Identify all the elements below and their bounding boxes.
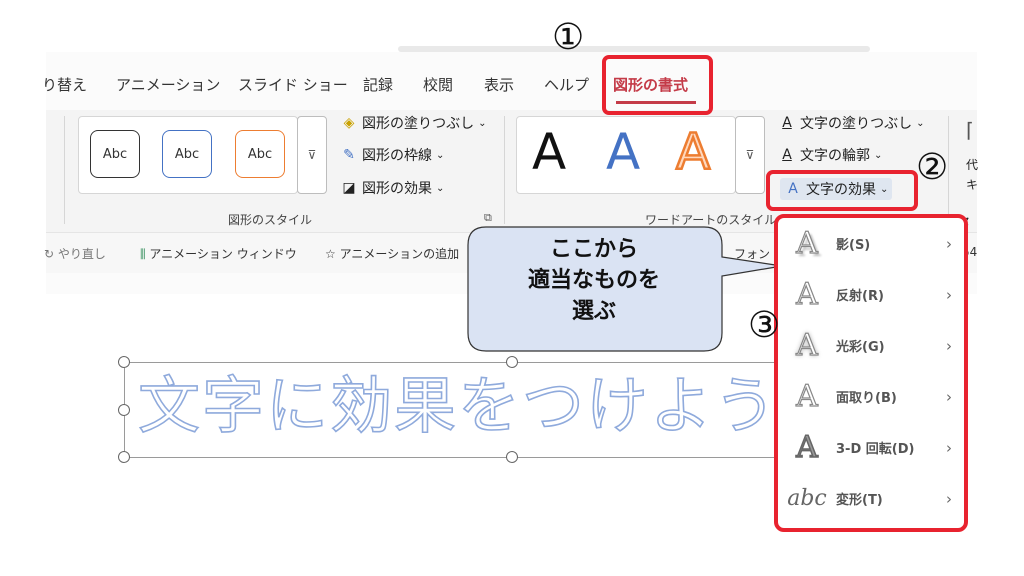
shadow-effect-icon: A [796,225,819,261]
menu-item-transform[interactable]: abc 変形(T) › [778,473,964,524]
text-effects-menu: A 影(S) › A 反射(R) › A 光彩(G) › A 面取り(B) › … [774,214,968,532]
chevron-right-icon: › [946,489,952,508]
menu-item-label: 光彩(G) [836,340,885,355]
chevron-right-icon: › [946,387,952,406]
menu-item-shadow[interactable]: A 影(S) › [778,218,964,269]
step-number-2: ② [916,147,949,188]
transform-effect-icon: abc [787,486,827,511]
chevron-right-icon: › [946,438,952,457]
bevel-effect-icon: A [796,378,819,414]
chevron-right-icon: › [946,336,952,355]
menu-item-label: 影(S) [836,238,871,253]
chevron-right-icon: › [946,285,952,304]
menu-item-label: 反射(R) [836,289,884,304]
menu-item-label: 3-D 回転(D) [836,442,915,457]
menu-item-bevel[interactable]: A 面取り(B) › [778,371,964,422]
reflection-effect-icon: A [796,276,819,312]
3d-rotation-effect-icon: A [795,429,818,466]
menu-item-label: 変形(T) [836,493,883,508]
menu-item-label: 面取り(B) [836,391,897,406]
step-number-3: ③ [748,305,781,346]
highlight-shape-format-tab [602,55,713,115]
callout-line: ここから [549,237,638,262]
callout-text: ここから 適当なものを 選ぶ [470,234,718,327]
step-number-1: ① [552,17,585,58]
callout-line: 選ぶ [571,299,616,324]
chevron-right-icon: › [946,234,952,253]
menu-item-3d-rotation[interactable]: A 3-D 回転(D) › [778,422,964,473]
menu-item-glow[interactable]: A 光彩(G) › [778,320,964,371]
glow-effect-icon: A [796,327,819,363]
highlight-text-effects [766,170,918,211]
callout-line: 適当なものを [527,268,660,293]
menu-item-reflection[interactable]: A 反射(R) › [778,269,964,320]
